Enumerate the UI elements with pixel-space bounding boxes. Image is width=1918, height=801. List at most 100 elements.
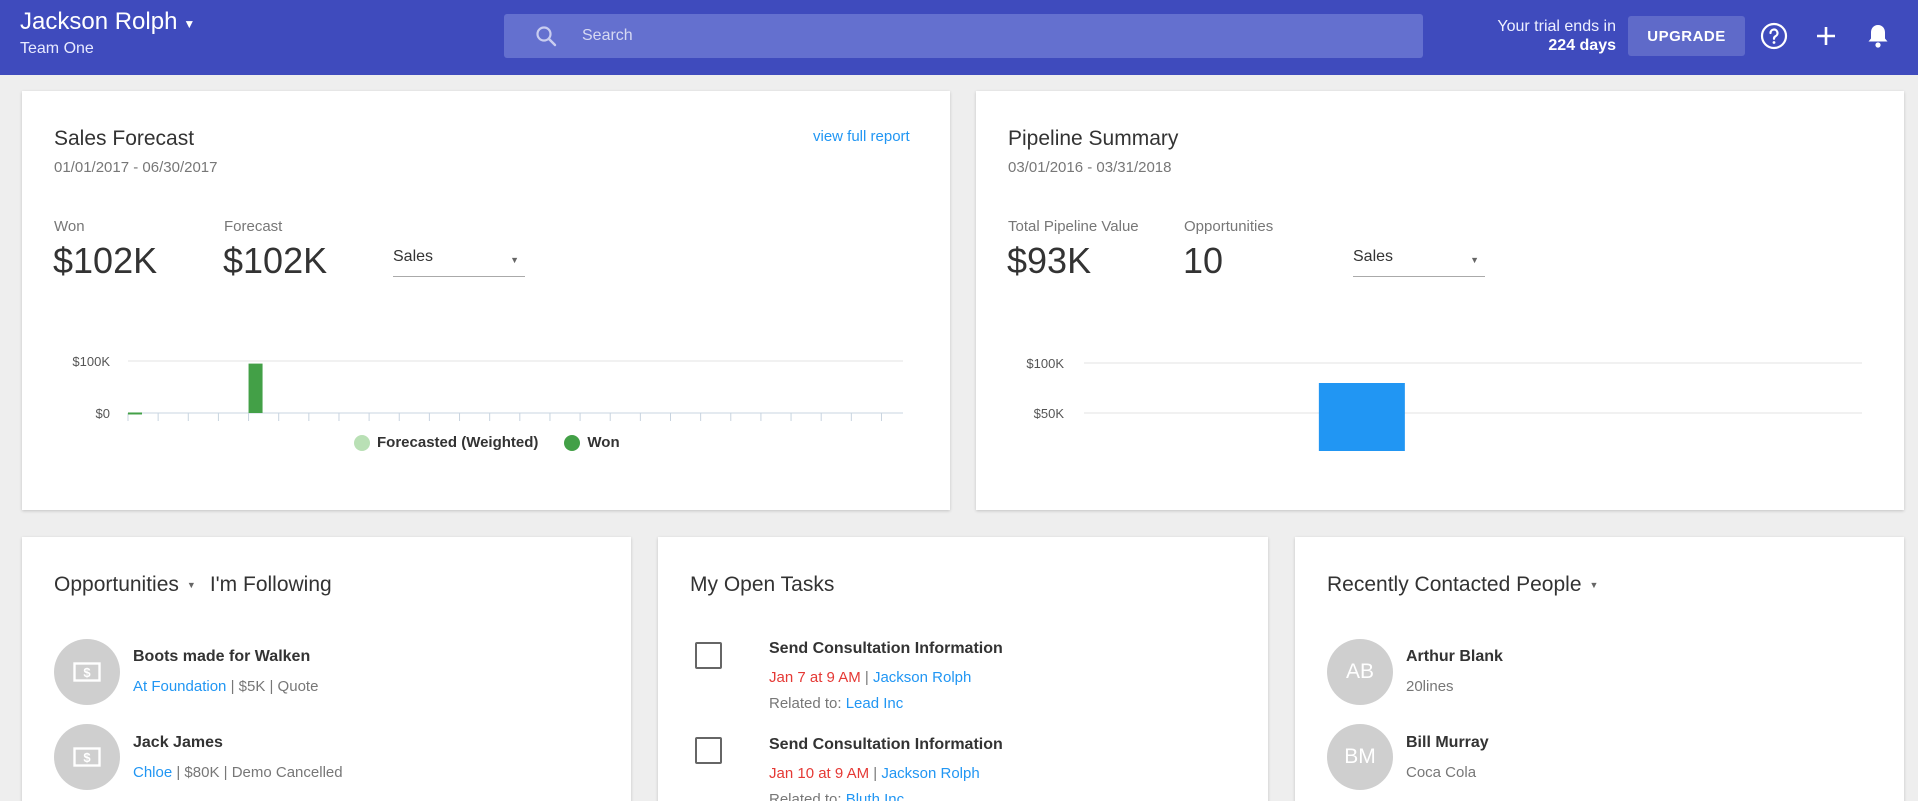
task-checkbox[interactable] [695,737,722,764]
card-title: My Open Tasks [690,573,834,597]
legend-swatch [564,435,580,451]
money-icon: $ [73,747,101,767]
task-related: Related to: Lead Inc [769,695,903,712]
task-due: Jan 7 at 9 AM | Jackson Rolph [769,669,971,686]
opportunity-meta: | $5K | Quote [226,678,318,695]
date-range: 03/01/2016 - 03/31/2018 [1008,159,1171,176]
date-range: 01/01/2017 - 06/30/2017 [54,159,217,176]
add-icon[interactable] [1811,21,1841,51]
task-owner-link[interactable]: Jackson Rolph [881,765,979,782]
select-value: Sales [393,248,433,266]
avatar: BM [1327,724,1393,790]
company-link[interactable]: 20lines [1406,678,1454,695]
svg-text:$: $ [83,665,91,680]
task-due: Jan 10 at 9 AM | Jackson Rolph [769,765,980,782]
y-tick-label: $0 [96,406,110,421]
legend-swatch [354,435,370,451]
chevron-down-icon[interactable]: ▼ [1590,580,1599,590]
legend-label: Won [587,434,619,451]
open-tasks-card: My Open Tasks Send Consultation Informat… [658,537,1268,801]
avatar: AB [1327,639,1393,705]
opportunity-meta: | $80K | Demo Cancelled [172,764,342,781]
select-value: Sales [1353,248,1393,266]
opportunity-name[interactable]: Boots made for Walken [133,648,310,666]
chevron-down-icon: ▼ [510,255,519,265]
upgrade-button[interactable]: UPGRADE [1628,16,1745,56]
chevron-down-icon[interactable]: ▼ [183,17,195,31]
sales-forecast-chart: $0$100KJan 1Jan 22Feb 12Mar 5Mar 26Apr 1… [22,301,950,421]
card-title: Pipeline Summary [1008,127,1178,151]
money-icon: $ [73,662,101,682]
opportunities-label: Opportunities [1184,218,1273,235]
opportunity-name[interactable]: Jack James [133,734,223,752]
filter-label: I'm Following [210,573,332,597]
search-input[interactable] [582,27,1282,45]
task-checkbox[interactable] [695,642,722,669]
y-tick-label: $50K [1034,406,1065,421]
opportunity-details: Chloe | $80K | Demo Cancelled [133,764,343,781]
bar [249,364,263,413]
card-title: Sales Forecast [54,127,194,151]
bar [128,412,142,414]
user-name[interactable]: Jackson Rolph [20,8,177,36]
won-label: Won [54,218,85,235]
top-bar: Jackson Rolph ▼ Team One Your trial ends… [0,0,1918,75]
user-menu[interactable]: Jackson Rolph ▼ [20,8,195,36]
task-related: Related to: Bluth Inc [769,791,904,801]
search-icon [534,24,558,48]
opportunity-details: At Foundation | $5K | Quote [133,678,318,695]
bar [1319,383,1405,451]
legend-label: Forecasted (Weighted) [377,434,538,451]
chevron-down-icon: ▼ [1470,255,1479,265]
related-label: Related to: [769,791,846,801]
trial-notice: Your trial ends in 224 days [1470,17,1616,55]
help-icon[interactable] [1759,21,1789,51]
opportunity-avatar: $ [54,724,120,790]
sales-forecast-card: Sales Forecast 01/01/2017 - 06/30/2017 v… [22,91,950,510]
won-value: $102K [53,240,157,282]
y-tick-label: $100K [72,354,110,369]
company-link[interactable]: Coca Cola [1406,764,1476,781]
view-full-report-link[interactable]: view full report [813,128,910,145]
total-pipeline-value: $93K [1007,240,1091,282]
task-due-date: Jan 7 at 9 AM [769,669,861,686]
opportunities-card: Opportunities ▼ I'm Following $ Boots ma… [22,537,631,801]
chart-legend: Forecasted (Weighted) Won [354,434,646,451]
y-tick-label: $100K [1026,356,1064,371]
task-owner-link[interactable]: Jackson Rolph [873,669,971,686]
total-pipeline-label: Total Pipeline Value [1008,218,1139,235]
pipeline-select[interactable]: Sales ▼ [393,243,525,277]
forecast-value: $102K [223,240,327,282]
task-name[interactable]: Send Consultation Information [769,736,1003,754]
opportunities-value: 10 [1183,240,1223,282]
pipeline-summary-card: Pipeline Summary 03/01/2016 - 03/31/2018… [976,91,1904,510]
company-link[interactable]: Chloe [133,764,172,781]
pipeline-chart: $0$50K$100KQualified1st CallDemo Cancell… [976,301,1904,451]
person-name[interactable]: Arthur Blank [1406,648,1503,666]
related-link[interactable]: Bluth Inc [846,791,904,801]
trial-days: 224 days [1470,36,1616,55]
pipeline-select[interactable]: Sales ▼ [1353,243,1485,277]
team-name: Team One [20,40,195,58]
recently-contacted-card: Recently Contacted People ▼ AB Arthur Bl… [1295,537,1904,801]
people-header[interactable]: Recently Contacted People ▼ [1327,573,1598,597]
trial-text: Your trial ends in [1470,17,1616,36]
task-due-date: Jan 10 at 9 AM [769,765,869,782]
opportunity-avatar: $ [54,639,120,705]
forecast-label: Forecast [224,218,282,235]
search-bar[interactable] [504,14,1423,58]
person-name[interactable]: Bill Murray [1406,734,1489,752]
company-link[interactable]: At Foundation [133,678,226,695]
chevron-down-icon[interactable]: ▼ [187,580,196,590]
bell-icon[interactable] [1863,21,1893,51]
card-title[interactable]: Opportunities [54,573,179,597]
legend-item[interactable]: Won [564,434,619,451]
task-name[interactable]: Send Consultation Information [769,640,1003,658]
opportunities-header[interactable]: Opportunities ▼ I'm Following [54,573,332,597]
svg-text:$: $ [83,750,91,765]
related-link[interactable]: Lead Inc [846,695,904,712]
related-label: Related to: [769,695,846,712]
legend-item[interactable]: Forecasted (Weighted) [354,434,538,451]
card-title[interactable]: Recently Contacted People [1327,573,1582,597]
user-block[interactable]: Jackson Rolph ▼ Team One [20,8,195,58]
